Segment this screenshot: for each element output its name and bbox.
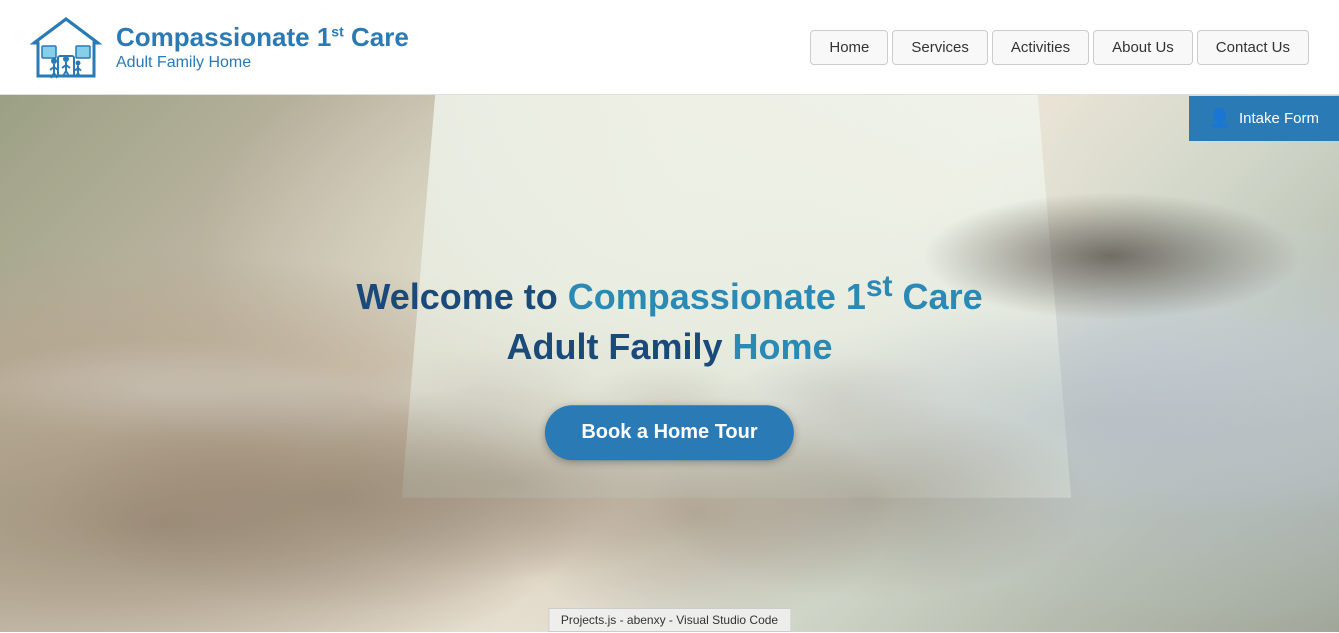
- hero-content: Welcome to Compassionate 1st Care Adult …: [356, 267, 982, 461]
- hero-title: Welcome to Compassionate 1st Care Adult …: [356, 267, 982, 372]
- nav-about[interactable]: About Us: [1093, 30, 1193, 65]
- hero-title-home: Home: [732, 327, 832, 368]
- nav-activities[interactable]: Activities: [992, 30, 1089, 65]
- intake-form-button[interactable]: 👤 Intake Form: [1189, 96, 1339, 141]
- logo-title: Compassionate 1st Care: [116, 22, 409, 53]
- book-tour-button[interactable]: Book a Home Tour: [545, 405, 793, 460]
- logo-subtitle: Adult Family Home: [116, 54, 409, 72]
- logo-title-text2: Care: [344, 22, 409, 52]
- logo-title-text1: Compassionate 1: [116, 22, 331, 52]
- intake-form-label: Intake Form: [1239, 110, 1319, 127]
- header: Compassionate 1st Care Adult Family Home…: [0, 0, 1339, 95]
- hero-title-compassionate: Compassionate 1st Care: [568, 276, 983, 317]
- taskbar-hint: Projects.js - abenxy - Visual Studio Cod…: [548, 608, 791, 632]
- nav-contact[interactable]: Contact Us: [1197, 30, 1309, 65]
- logo-area: Compassionate 1st Care Adult Family Home: [30, 11, 409, 83]
- hero-title-welcome: Welcome to: [356, 276, 567, 317]
- hero-title-line2: Adult Family Home: [356, 325, 982, 372]
- logo-text-block: Compassionate 1st Care Adult Family Home: [116, 22, 409, 71]
- logo-title-sup: st: [331, 24, 343, 40]
- main-nav: Home Services Activities About Us Contac…: [810, 30, 1309, 65]
- nav-home[interactable]: Home: [810, 30, 888, 65]
- hero-title-adult: Adult Family: [506, 327, 732, 368]
- person-icon: 👤: [1209, 108, 1231, 129]
- nav-services[interactable]: Services: [892, 30, 988, 65]
- hero-title-line1: Welcome to Compassionate 1st Care: [356, 267, 982, 321]
- hero-section: Welcome to Compassionate 1st Care Adult …: [0, 95, 1339, 632]
- logo-icon: [30, 11, 102, 83]
